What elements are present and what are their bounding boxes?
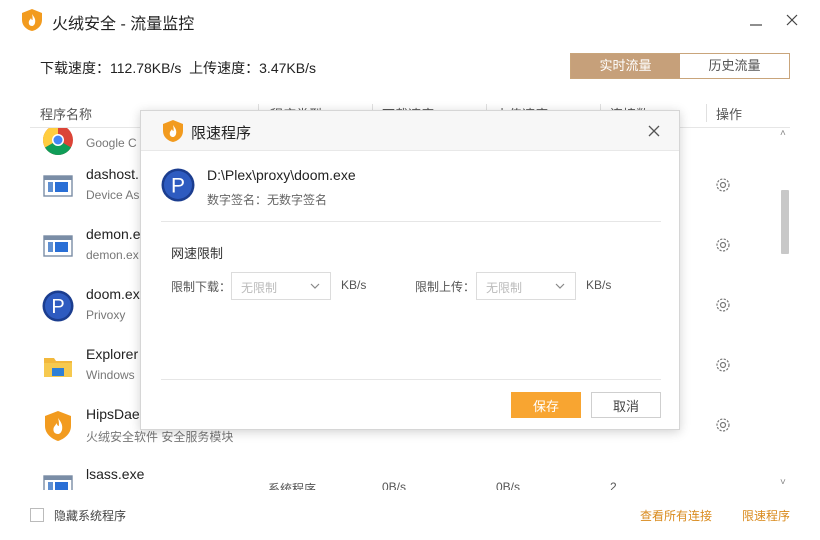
window-app-icon bbox=[43, 235, 73, 257]
speed-limit-dialog: 限速程序 P D:\Plex\proxy\doom.exe 数字签名：无数字签名… bbox=[140, 110, 680, 430]
program-name: dashost. bbox=[86, 166, 139, 182]
download-limit-select[interactable]: 无限制 bbox=[231, 272, 331, 300]
privoxy-icon: P bbox=[42, 290, 74, 322]
connection-count: 2 bbox=[610, 480, 617, 490]
program-type: 系统程序 bbox=[268, 482, 317, 490]
upload-limit-label: 限制上传： bbox=[415, 280, 476, 294]
download-speed-label: 下载速度： bbox=[40, 60, 110, 76]
chevron-down-icon bbox=[310, 283, 320, 289]
gear-icon[interactable] bbox=[714, 416, 732, 434]
divider bbox=[161, 221, 661, 222]
list-scrollbar[interactable] bbox=[779, 128, 791, 490]
table-row[interactable]: lsass.exe 系统程序 0B/s 0B/s 2 bbox=[30, 456, 780, 490]
program-name: lsass.exe bbox=[86, 466, 145, 482]
speed-summary: 下载速度：112.78KB/s 上传速度：3.47KB/s bbox=[40, 58, 316, 78]
chevron-down-icon bbox=[555, 283, 565, 289]
speed-limit-link[interactable]: 限速程序 bbox=[742, 507, 790, 524]
gear-icon[interactable] bbox=[714, 296, 732, 314]
save-button[interactable]: 保存 bbox=[511, 392, 581, 418]
title-bar: 火绒安全 - 流量监控 bbox=[0, 0, 820, 40]
huorong-shield-logo-icon bbox=[22, 9, 42, 31]
program-name: doom.ex bbox=[86, 286, 140, 302]
hide-system-checkbox[interactable] bbox=[30, 508, 44, 522]
traffic-view-toggle: 实时流量 历史流量 bbox=[570, 53, 790, 79]
dialog-title: 限速程序 bbox=[191, 125, 252, 142]
hide-system-label[interactable]: 隐藏系统程序 bbox=[54, 507, 126, 524]
gear-icon[interactable] bbox=[714, 356, 732, 374]
program-description: 火绒安全软件 安全服务模块 bbox=[86, 430, 234, 444]
program-name: Explorer bbox=[86, 346, 139, 362]
download-limit-label: 限制下载： bbox=[171, 280, 232, 294]
download-speed-value: 112.78KB/s bbox=[110, 60, 182, 76]
dialog-header: 限速程序 bbox=[141, 111, 679, 151]
upload-speed: 0B/s bbox=[496, 480, 521, 490]
column-header-actions: 操作 bbox=[716, 107, 743, 122]
download-limit-value: 无限制 bbox=[241, 281, 278, 295]
huorong-shield-logo-icon bbox=[163, 120, 183, 142]
svg-text:P: P bbox=[171, 175, 185, 198]
svg-text:P: P bbox=[51, 296, 64, 318]
window-title: 火绒安全 - 流量监控 bbox=[52, 16, 195, 33]
download-unit: KB/s bbox=[341, 278, 367, 292]
program-path: D:\Plex\proxy\doom.exe bbox=[207, 167, 356, 183]
program-description: demon.ex bbox=[86, 248, 139, 262]
upload-speed-value: 3.47KB/s bbox=[259, 60, 316, 76]
program-name: demon.e bbox=[86, 226, 141, 242]
program-description: Device As bbox=[86, 188, 140, 202]
digital-signature: 数字签名：无数字签名 bbox=[207, 193, 328, 207]
huorong-shield-icon bbox=[45, 411, 71, 441]
program-name: HipsDae bbox=[86, 406, 140, 422]
scroll-down-icon[interactable]: ˅ bbox=[780, 477, 786, 488]
program-description: Privoxy bbox=[86, 308, 126, 322]
upload-unit: KB/s bbox=[586, 278, 612, 292]
tab-realtime[interactable]: 实时流量 bbox=[571, 54, 680, 78]
gear-icon[interactable] bbox=[714, 176, 732, 194]
column-header-name[interactable]: 程序名称 bbox=[40, 104, 92, 123]
upload-speed-label: 上传速度： bbox=[189, 60, 260, 76]
scroll-up-icon[interactable]: ˄ bbox=[780, 128, 786, 139]
divider bbox=[161, 379, 661, 380]
section-title: 网速限制 bbox=[171, 246, 224, 261]
minimize-icon[interactable] bbox=[748, 12, 764, 28]
download-speed: 0B/s bbox=[382, 480, 407, 490]
tab-history[interactable]: 历史流量 bbox=[680, 54, 789, 78]
close-icon[interactable] bbox=[784, 12, 800, 28]
chrome-icon bbox=[43, 128, 73, 156]
view-all-connections-link[interactable]: 查看所有连接 bbox=[640, 507, 712, 524]
program-name: Google C bbox=[86, 136, 137, 150]
gear-icon[interactable] bbox=[714, 236, 732, 254]
privoxy-icon: P bbox=[161, 168, 195, 202]
cancel-button[interactable]: 取消 bbox=[591, 392, 661, 418]
window-app-icon bbox=[43, 475, 73, 490]
upload-limit-select[interactable]: 无限制 bbox=[476, 272, 576, 300]
close-icon[interactable] bbox=[645, 122, 663, 140]
window-app-icon bbox=[43, 175, 73, 197]
column-divider[interactable] bbox=[706, 104, 707, 122]
scrollbar-thumb[interactable] bbox=[781, 190, 789, 254]
folder-icon bbox=[44, 358, 72, 377]
upload-limit-value: 无限制 bbox=[486, 281, 523, 295]
program-description: Windows bbox=[86, 368, 135, 382]
